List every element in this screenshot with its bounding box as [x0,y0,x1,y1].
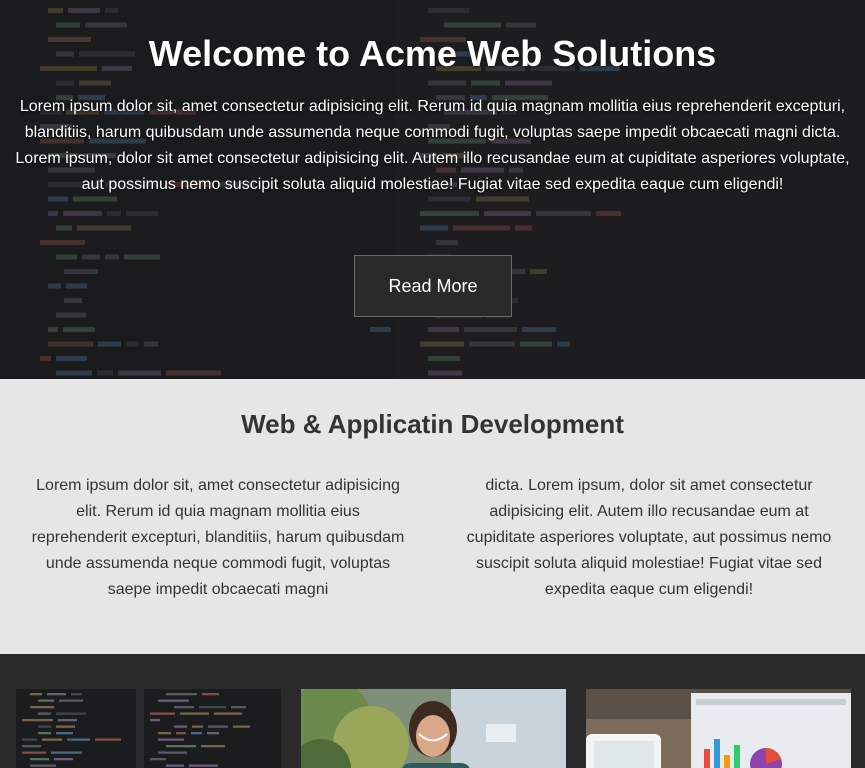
development-title: Web & Applicatin Development [241,409,624,439]
hero-title: Welcome to Acme Web Solutions [148,33,717,74]
tablet-charts-image[interactable] [586,689,851,768]
development-section: Web & Applicatin Development Lorem ipsum… [0,379,865,654]
code-screen-image[interactable] [16,689,281,768]
hero-text: Lorem ipsum dolor sit, amet consectetur … [15,98,850,193]
hero-content: Welcome to Acme Web Solutions Lorem ipsu… [0,0,865,379]
smiling-woman-image[interactable] [301,689,566,768]
development-text-left: Lorem ipsum dolor sit, amet consectetur … [31,477,405,598]
development-text-right: dicta. Lorem ipsum, dolor sit amet conse… [466,477,832,598]
hero-section: Welcome to Acme Web Solutions Lorem ipsu… [0,0,865,379]
gallery-section [0,654,865,768]
read-more-button[interactable]: Read More [354,255,512,317]
